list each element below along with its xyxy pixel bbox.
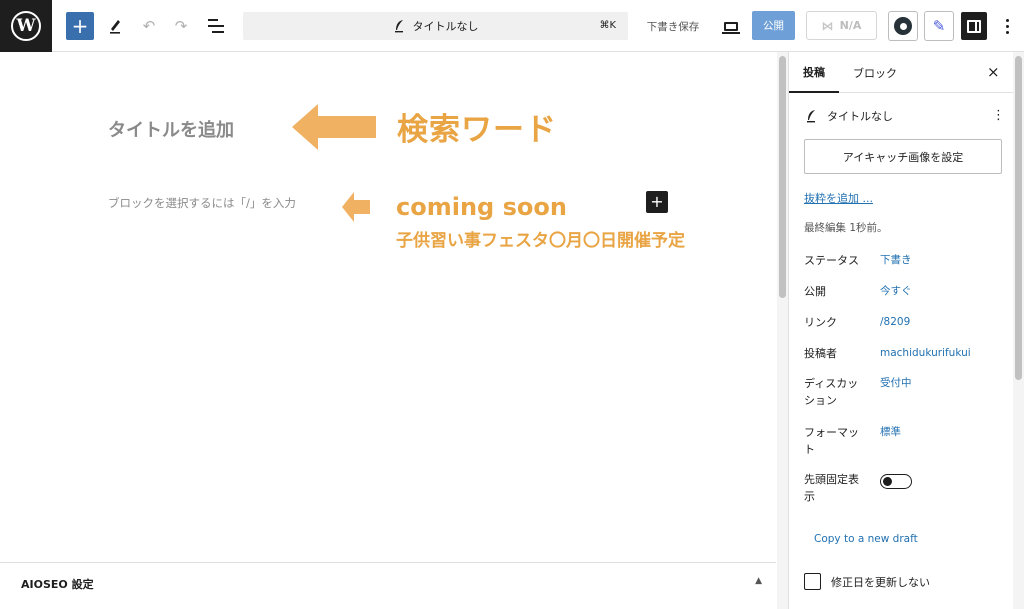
preview-button[interactable] xyxy=(718,12,744,40)
aioseo-settings-panel[interactable]: AIOSEO 設定 ▲ xyxy=(0,562,776,609)
seo-score-label: N/A xyxy=(839,19,862,32)
publish-label: 公開 xyxy=(804,285,826,298)
tools-button[interactable] xyxy=(102,12,128,40)
document-overview-button[interactable] xyxy=(202,12,230,40)
magic-wand-icon: ✎ xyxy=(932,17,946,35)
gear-icon xyxy=(894,17,912,35)
link-label: リンク xyxy=(804,316,837,329)
tab-post[interactable]: 投稿 xyxy=(789,52,839,93)
editor-canvas: タイトルを追加 検索ワード ブロックを選択するには「/」を入力 coming s… xyxy=(0,52,776,609)
add-block-button[interactable]: + xyxy=(66,12,94,40)
plus-icon: + xyxy=(71,14,89,38)
sidebar-scrollbar[interactable] xyxy=(1013,52,1024,609)
publish-button[interactable]: 公開 xyxy=(752,11,795,40)
more-vertical-icon xyxy=(1005,18,1009,22)
aioseo-icon: ⋈ xyxy=(821,18,834,33)
publish-date-link[interactable]: 今すぐ xyxy=(880,283,912,300)
plus-icon: + xyxy=(650,192,664,211)
arrow-left-small-icon xyxy=(342,192,370,222)
aioseo-settings-label: AIOSEO 設定 xyxy=(21,578,94,591)
author-link[interactable]: machidukurifukui xyxy=(880,345,971,362)
command-palette-bar[interactable]: タイトルなし ⌘K xyxy=(243,12,628,40)
close-icon[interactable]: × xyxy=(987,63,1000,81)
status-value-link[interactable]: 下書き xyxy=(880,252,912,269)
add-excerpt-link[interactable]: 抜粋を追加 ... xyxy=(804,190,873,206)
inline-add-block-button[interactable]: + xyxy=(646,191,668,213)
laptop-icon xyxy=(722,21,740,34)
post-summary-title: タイトルなし xyxy=(827,110,893,123)
settings-sidebar: 投稿 ブロック × タイトルなし ⋮ アイキャッチ画像を設定 抜粋を追加 ...… xyxy=(788,52,1024,609)
post-title-input[interactable]: タイトルを追加 xyxy=(108,116,234,142)
document-title: タイトルなし xyxy=(412,20,479,33)
format-link[interactable]: 標準 xyxy=(880,424,901,441)
canvas-scroll-thumb[interactable] xyxy=(779,56,786,298)
block-appender-placeholder[interactable]: ブロックを選択するには「/」を入力 xyxy=(108,195,296,211)
redo-icon: ↷ xyxy=(174,17,188,35)
editor-toolbar: W + ↶ ↷ タイトルなし ⌘K 下書き保存 公開 ⋈ N/A ✎ xyxy=(0,0,1024,52)
save-draft-button[interactable]: 下書き保存 xyxy=(640,12,706,40)
settings-sidebar-toggle[interactable] xyxy=(961,12,987,40)
annotation-coming-soon: coming soon xyxy=(396,193,567,221)
discussion-link[interactable]: 受付中 xyxy=(880,375,912,392)
annotation-event-date: 子供習い事フェスタ〇月〇日開催予定 xyxy=(396,231,685,251)
copy-to-new-draft-link[interactable]: Copy to a new draft xyxy=(814,533,918,545)
author-label: 投稿者 xyxy=(804,347,837,360)
arrow-left-icon xyxy=(292,104,376,150)
update-modified-label: 修正日を更新しない xyxy=(831,575,930,589)
annotation-search-word: 検索ワード xyxy=(397,112,557,148)
pencil-icon xyxy=(110,20,120,34)
redo-button[interactable]: ↷ xyxy=(168,12,194,40)
sidebar-icon xyxy=(967,19,981,33)
set-featured-image-button[interactable]: アイキャッチ画像を設定 xyxy=(804,139,1002,174)
tab-block[interactable]: ブロック xyxy=(853,52,901,93)
toggle-knob xyxy=(883,477,892,486)
sticky-label: 先頭固定表示 xyxy=(804,473,859,503)
ai-assistant-button[interactable]: ✎ xyxy=(924,11,954,41)
status-label: ステータス xyxy=(804,254,859,267)
sticky-toggle[interactable] xyxy=(880,474,912,489)
post-summary-header: タイトルなし ⋮ xyxy=(805,108,1005,124)
undo-icon: ↶ xyxy=(142,17,156,35)
quill-icon xyxy=(807,110,815,123)
options-menu-button[interactable] xyxy=(997,12,1017,40)
sidebar-tabs: 投稿 ブロック × xyxy=(789,52,1013,93)
sidebar-scroll-thumb[interactable] xyxy=(1015,56,1022,380)
wordpress-logo-button[interactable]: W xyxy=(0,0,52,52)
list-view-icon xyxy=(208,19,224,33)
update-modified-date-row: 修正日を更新しない xyxy=(804,573,930,590)
shortcut-hint: ⌘K xyxy=(599,20,616,31)
discussion-label: ディスカッ ション xyxy=(804,377,859,407)
quill-icon xyxy=(394,20,403,33)
permalink-link[interactable]: /8209 xyxy=(880,314,910,331)
wordpress-icon: W xyxy=(11,11,41,41)
caret-up-icon[interactable]: ▲ xyxy=(755,576,762,586)
update-modified-checkbox[interactable] xyxy=(804,573,821,590)
seo-score-button[interactable]: ⋈ N/A xyxy=(806,11,877,40)
canvas-scrollbar[interactable] xyxy=(777,52,788,609)
last-edited-text: 最終編集 1秒前。 xyxy=(804,222,888,234)
format-label: フォーマット xyxy=(804,426,859,456)
undo-button[interactable]: ↶ xyxy=(136,12,162,40)
plugin-settings-button[interactable] xyxy=(888,11,918,41)
more-vertical-icon[interactable]: ⋮ xyxy=(992,108,1005,123)
